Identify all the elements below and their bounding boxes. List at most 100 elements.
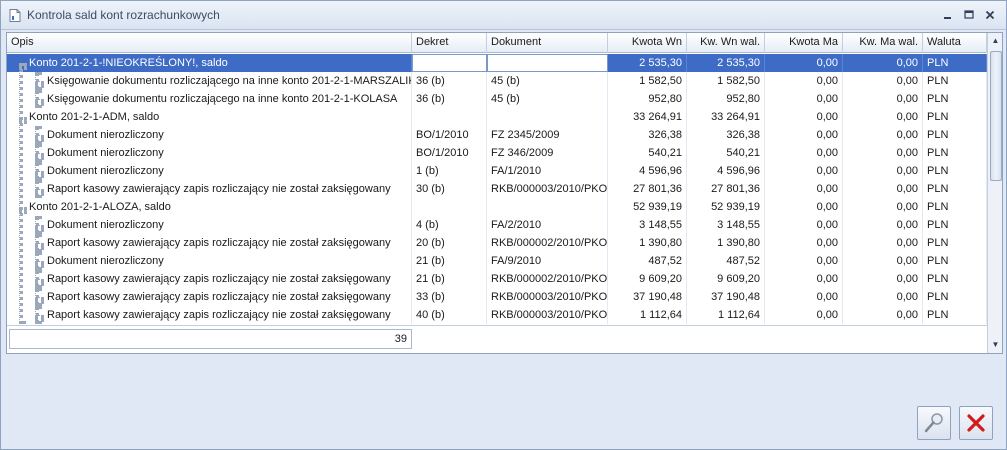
cell-kw-wn-wal: 1 390,80 (687, 234, 765, 252)
cell-dokument: RKB/000003/2010/PKO (487, 288, 608, 306)
cell-kwota-ma: 0,00 (765, 270, 843, 288)
cell-waluta: PLN (923, 198, 987, 216)
cell-kw-wn-wal: 3 148,55 (687, 216, 765, 234)
cell-opis: Raport kasowy zawierający zapis rozlicza… (43, 288, 412, 306)
close-button[interactable] (959, 406, 993, 440)
cell-opis: Konto 201-2-1-ADM, saldo (25, 108, 412, 126)
cell-kw-ma-wal: 0,00 (843, 288, 923, 306)
table-row[interactable]: Księgowanie dokumentu rozliczającego na … (7, 72, 987, 90)
cell-kwota-wn: 52 939,19 (608, 198, 687, 216)
cell-opis: Raport kasowy zawierający zapis rozlicza… (43, 180, 412, 198)
cell-dekret: 30 (b) (412, 180, 487, 198)
cell-kwota-wn: 2 535,30 (608, 54, 687, 72)
cell-dokument: RKB/000002/2010/PKO (487, 234, 608, 252)
cell-dokument: FA/2/2010 (487, 216, 608, 234)
scroll-down-icon[interactable]: ▼ (988, 337, 1002, 353)
cell-dekret: 21 (b) (412, 270, 487, 288)
scroll-thumb[interactable] (990, 51, 1002, 181)
cell-kwota-wn: 487,52 (608, 252, 687, 270)
column-header-kwota-ma[interactable]: Kwota Ma (765, 33, 843, 53)
scroll-up-icon[interactable]: ▲ (988, 33, 1002, 49)
cell-kw-wn-wal: 37 190,48 (687, 288, 765, 306)
title-bar: Kontrola sald kont rozrachunkowych (1, 1, 1006, 30)
table-row[interactable]: Księgowanie dokumentu rozliczającego na … (7, 90, 987, 108)
cell-kw-ma-wal: 0,00 (843, 234, 923, 252)
maximize-icon[interactable] (962, 8, 976, 22)
vertical-scrollbar[interactable]: ▲ ▼ (987, 33, 1002, 353)
cell-dokument: FZ 346/2009 (487, 144, 608, 162)
cell-kwota-ma: 0,00 (765, 90, 843, 108)
window-title: Kontrola sald kont rozrachunkowych (27, 8, 220, 22)
column-header-dekret[interactable]: Dekret (412, 33, 487, 53)
red-x-icon (967, 414, 985, 432)
cell-kwota-ma: 0,00 (765, 234, 843, 252)
column-header-opis[interactable]: Opis (7, 33, 412, 53)
cell-dekret: 40 (b) (412, 306, 487, 324)
cell-waluta: PLN (923, 162, 987, 180)
row-count: 39 (9, 329, 412, 349)
cell-opis: Dokument nierozliczony (43, 162, 412, 180)
cell-dekret (412, 108, 487, 126)
cell-waluta: PLN (923, 288, 987, 306)
cell-kwota-wn: 27 801,36 (608, 180, 687, 198)
cell-kwota-ma: 0,00 (765, 306, 843, 324)
cell-kwota-ma: 0,00 (765, 198, 843, 216)
grid-rows: Konto 201-2-1-!NIEOKREŚLONY!, saldo 2 535… (7, 54, 987, 324)
cell-kw-wn-wal: 540,21 (687, 144, 765, 162)
cell-dekret: 33 (b) (412, 288, 487, 306)
magnifier-icon (924, 413, 943, 433)
table-row[interactable]: Raport kasowy zawierający zapis rozlicza… (7, 180, 987, 198)
table-row[interactable]: Dokument nierozliczony BO/1/2010 FZ 2345/2… (7, 126, 987, 144)
column-header-waluta[interactable]: Waluta (923, 33, 987, 53)
cell-kwota-ma: 0,00 (765, 180, 843, 198)
cell-kwota-wn: 9 609,20 (608, 270, 687, 288)
cell-kwota-ma: 0,00 (765, 162, 843, 180)
cell-kw-wn-wal: 952,80 (687, 90, 765, 108)
cell-dokument (487, 108, 608, 126)
account-group-row[interactable]: Konto 201-2-1-ADM, saldo 33 264,91 33 264,… (7, 108, 987, 126)
account-group-row[interactable]: Konto 201-2-1-ALOZA, saldo 52 939,19 52 93… (7, 198, 987, 216)
table-row[interactable]: Raport kasowy zawierający zapis rozlicza… (7, 288, 987, 306)
cell-kw-ma-wal: 0,00 (843, 306, 923, 324)
document-icon (9, 9, 21, 22)
cell-opis: Konto 201-2-1-!NIEOKREŚLONY!, saldo (25, 54, 412, 72)
cell-dekret: 20 (b) (412, 234, 487, 252)
cell-opis: Konto 201-2-1-ALOZA, saldo (25, 198, 412, 216)
cell-kw-ma-wal: 0,00 (843, 72, 923, 90)
table-row[interactable]: Raport kasowy zawierający zapis rozlicza… (7, 270, 987, 288)
cell-kwota-wn: 952,80 (608, 90, 687, 108)
cell-dokument: FZ 2345/2009 (487, 126, 608, 144)
table-row[interactable]: Raport kasowy zawierający zapis rozlicza… (7, 234, 987, 252)
cell-opis: Dokument nierozliczony (43, 216, 412, 234)
cell-dekret: 21 (b) (412, 252, 487, 270)
table-row[interactable]: Raport kasowy zawierający zapis rozlicza… (7, 306, 987, 324)
column-header-kw-ma-wal[interactable]: Kw. Ma wal. (843, 33, 923, 53)
cell-dekret: 4 (b) (412, 216, 487, 234)
table-row[interactable]: Dokument nierozliczony 1 (b) FA/1/2010 4 59… (7, 162, 987, 180)
column-header-dokument[interactable]: Dokument (487, 33, 608, 53)
column-header-kw-wn-wal[interactable]: Kw. Wn wal. (687, 33, 765, 53)
cell-opis: Raport kasowy zawierający zapis rozlicza… (43, 306, 412, 324)
cell-kw-wn-wal: 33 264,91 (687, 108, 765, 126)
cell-kw-wn-wal: 2 535,30 (687, 54, 765, 72)
cell-opis: Księgowanie dokumentu rozliczającego na … (43, 72, 412, 90)
table-row[interactable]: Dokument nierozliczony 21 (b) FA/9/2010 487… (7, 252, 987, 270)
cell-waluta: PLN (923, 144, 987, 162)
table-row[interactable]: Dokument nierozliczony 4 (b) FA/2/2010 3 14… (7, 216, 987, 234)
cell-opis: Dokument nierozliczony (43, 252, 412, 270)
minimize-icon[interactable] (941, 8, 955, 22)
cell-kw-ma-wal: 0,00 (843, 126, 923, 144)
cell-kw-wn-wal: 9 609,20 (687, 270, 765, 288)
accounts-grid: Opis Dekret Dokument Kwota Wn Kw. Wn wal… (6, 32, 1003, 354)
search-button[interactable] (917, 406, 951, 440)
column-header-kwota-wn[interactable]: Kwota Wn (608, 33, 687, 53)
account-group-row[interactable]: Konto 201-2-1-!NIEOKREŚLONY!, saldo 2 535… (7, 54, 987, 72)
grid-footer: 39 (7, 325, 987, 353)
cell-dokument: FA/9/2010 (487, 252, 608, 270)
close-icon[interactable] (983, 8, 997, 22)
cell-dekret: 36 (b) (412, 90, 487, 108)
cell-dokument: RKB/000003/2010/PKO (487, 306, 608, 324)
cell-kwota-ma: 0,00 (765, 72, 843, 90)
table-row[interactable]: Dokument nierozliczony BO/1/2010 FZ 346/20… (7, 144, 987, 162)
cell-dekret (412, 198, 487, 216)
